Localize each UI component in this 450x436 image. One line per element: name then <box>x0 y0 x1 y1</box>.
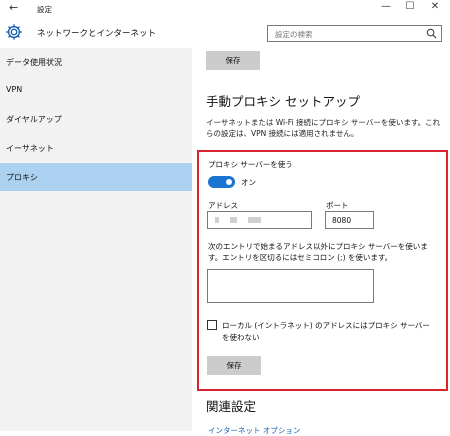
close-button[interactable]: ✕ <box>428 1 442 12</box>
window-title: 設定 <box>37 5 52 14</box>
gear-icon <box>6 24 22 40</box>
page-title: ネットワークとインターネット <box>37 29 157 39</box>
sidebar-item-label: プロキシ <box>6 173 38 182</box>
toggle-knob <box>226 179 232 185</box>
title-bar: ← 設定 — ☐ ✕ <box>0 0 450 18</box>
save-button-top[interactable]: 保存 <box>206 51 260 70</box>
bypass-local-checkbox[interactable] <box>207 320 217 330</box>
exceptions-label: 次のエントリで始まるアドレス以外にプロキシ サーバーを使います。エントリを区切る… <box>208 242 428 262</box>
sidebar-item-label: イーサネット <box>6 144 54 153</box>
port-label: ポート <box>326 201 349 210</box>
sidebar-item-dialup[interactable]: ダイヤルアップ <box>0 105 192 133</box>
search-input[interactable]: 設定の検索 <box>275 29 313 40</box>
bypass-local-label: ローカル (イントラネット) のアドレスにはプロキシ サーバーを使わない <box>222 321 430 342</box>
page-header: ネットワークとインターネット 設定の検索 <box>0 18 450 48</box>
exceptions-textarea[interactable] <box>207 269 374 303</box>
sidebar-item-proxy[interactable]: プロキシ <box>0 163 192 191</box>
use-proxy-toggle[interactable] <box>208 176 235 188</box>
back-arrow-icon[interactable]: ← <box>9 1 18 14</box>
port-value: 8080 <box>332 216 352 225</box>
manual-proxy-heading: 手動プロキシ セットアップ <box>206 94 360 109</box>
save-button[interactable]: 保存 <box>207 356 261 375</box>
search-icon[interactable] <box>426 28 437 39</box>
sidebar-item-data-usage[interactable]: データ使用状況 <box>0 48 192 76</box>
redacted-text <box>248 217 261 223</box>
address-input[interactable] <box>207 211 312 229</box>
redacted-text <box>215 217 219 223</box>
sidebar-item-label: データ使用状況 <box>6 58 62 67</box>
related-settings-heading: 関連設定 <box>206 399 257 414</box>
proxy-description: イーサネットまたは Wi-Fi 接続にプロキシ サーバーを使います。これらの設定… <box>206 118 441 138</box>
toggle-state-label: オン <box>241 178 256 187</box>
port-input[interactable]: 8080 <box>325 211 374 229</box>
minimize-button[interactable]: — <box>379 1 393 12</box>
search-box[interactable]: 設定の検索 <box>267 25 442 42</box>
sidebar-item-ethernet[interactable]: イーサネット <box>0 134 192 162</box>
address-label: アドレス <box>208 201 238 210</box>
sidebar-item-label: ダイヤルアップ <box>6 115 62 124</box>
sidebar-item-vpn[interactable]: VPN <box>0 76 192 104</box>
sidebar: データ使用状況 VPN ダイヤルアップ イーサネット プロキシ <box>0 48 192 431</box>
redacted-text <box>230 217 237 223</box>
use-proxy-label: プロキシ サーバーを使う <box>208 160 293 169</box>
sidebar-item-label: VPN <box>6 85 23 94</box>
maximize-button[interactable]: ☐ <box>403 1 417 12</box>
